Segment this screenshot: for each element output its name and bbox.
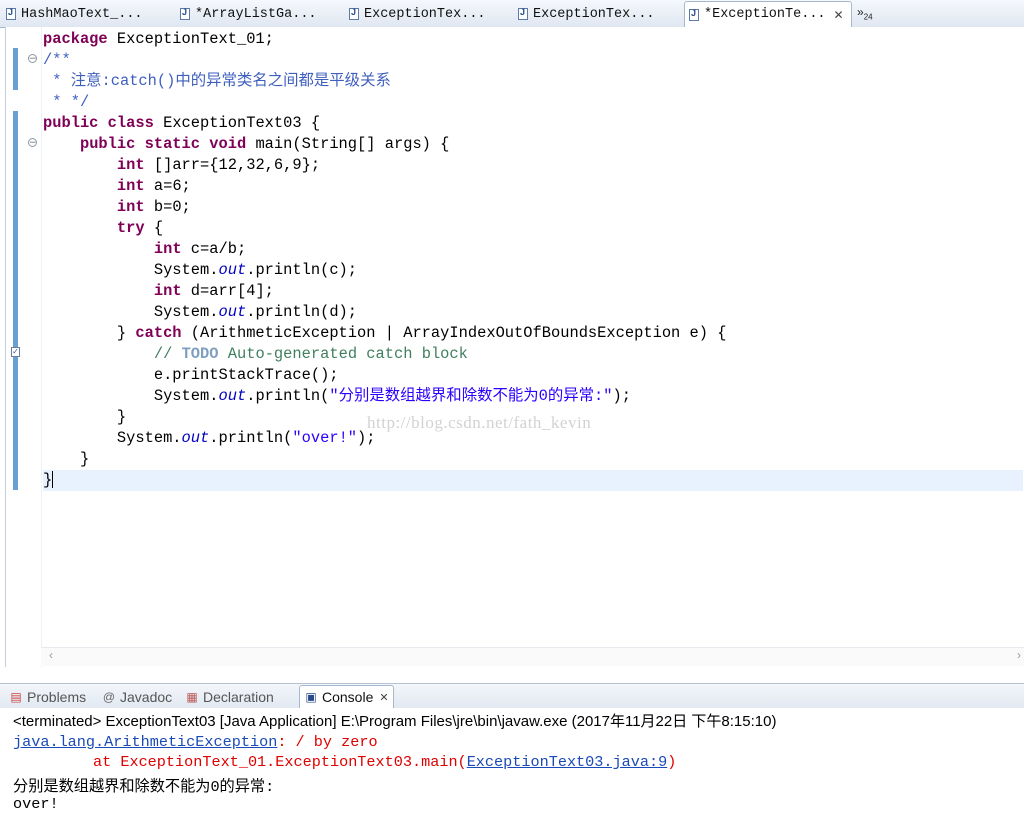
chevron-double-right-icon: » (857, 5, 864, 19)
tab-problems[interactable]: ▤ Problems (9, 687, 86, 707)
tab-label: Javadoc (120, 689, 173, 705)
watermark: http://blog.csdn.net/fath_kevin (367, 413, 592, 432)
problems-icon: ▤ (10, 690, 22, 704)
java-file-icon (689, 8, 699, 21)
code-line-4: * */ (43, 93, 90, 111)
editor-tab-arraylistga[interactable]: *ArrayListGa... (176, 2, 317, 26)
console-output-line-1: 分别是数组越界和除数不能为0的异常: (13, 778, 275, 796)
tab-console[interactable]: ▣ Console ✕ (299, 685, 394, 708)
code-line-5: public class ExceptionText03 { (43, 114, 321, 132)
editor-tab-bar: HashMaoText_... *ArrayListGa... Exceptio… (0, 0, 1024, 28)
editor-tab-exceptiontext-2[interactable]: ExceptionTex... (514, 2, 655, 26)
change-marker (13, 48, 18, 90)
tab-label: HashMaoText_... (21, 6, 143, 22)
tab-label: ExceptionTex... (364, 6, 486, 22)
vertical-ruler: ✓ (6, 27, 23, 667)
close-tab-icon[interactable]: ✕ (379, 691, 388, 704)
code-line-9: int b=0; (116, 198, 191, 216)
code-line-13: int d=arr[4]; (153, 282, 274, 300)
horizontal-scrollbar[interactable]: ‹ › (41, 647, 1024, 666)
tab-label: ExceptionTex... (533, 6, 655, 22)
overflow-count: 24 (863, 12, 873, 22)
tab-label: Console (322, 689, 374, 705)
collapse-icon[interactable]: − (28, 54, 37, 64)
java-file-icon (349, 7, 359, 20)
change-marker (13, 111, 18, 490)
source-location-link[interactable]: ExceptionText03.java:9 (467, 753, 668, 771)
tab-label: *ExceptionTe... (704, 7, 826, 22)
tab-overflow-button[interactable]: »24 (857, 5, 873, 21)
declaration-icon: ▦ (186, 690, 198, 704)
console-output[interactable]: <terminated> ExceptionText03 [Java Appli… (0, 708, 1024, 827)
code-line-18: System.out.println("分别是数组越界和除数不能为0的异常:")… (43, 387, 632, 405)
bottom-panel-tabs: ▤ Problems @ Javadoc ▦ Declaration ▣ Con… (0, 683, 1024, 708)
text-caret (52, 471, 54, 489)
console-stacktrace-line: at ExceptionText_01.ExceptionText03.main… (93, 753, 677, 771)
code-line-6: public static void main(String[] args) { (79, 135, 450, 153)
console-exception-line: java.lang.ArithmeticException: / by zero (13, 733, 378, 751)
code-line-8: int a=6; (116, 177, 191, 195)
code-editor[interactable]: ✓ − − package ExceptionText_01; /** * 注意… (5, 27, 1024, 667)
code-line-16: // TODO Auto-generated catch block (153, 345, 468, 363)
code-line-14: System.out.println(d); (43, 303, 358, 321)
tab-declaration[interactable]: ▦ Declaration (185, 687, 274, 707)
folding-gutter: − − (23, 27, 42, 667)
code-line-12: System.out.println(c); (43, 261, 358, 279)
at-icon: @ (102, 690, 116, 704)
close-tab-icon[interactable]: ✕ (834, 8, 844, 22)
java-file-icon (6, 7, 16, 20)
code-line-2: /** (43, 51, 71, 69)
java-file-icon (180, 7, 190, 20)
editor-tab-exceptiontext03-active[interactable]: *ExceptionTe... ✕ (684, 1, 852, 27)
scroll-right-icon[interactable]: › (1017, 648, 1021, 662)
code-line-21: } (43, 450, 90, 468)
code-line-7: int []arr={12,32,6,9}; (116, 156, 321, 174)
code-line-17: e.printStackTrace(); (43, 366, 339, 384)
task-marker-icon[interactable]: ✓ (11, 347, 20, 357)
code-line-1: package ExceptionText_01; (43, 30, 274, 48)
console-output-line-2: over! (13, 795, 59, 813)
tab-javadoc[interactable]: @ Javadoc (102, 687, 172, 707)
code-line-3: * 注意:catch()中的异常类名之间都是平级关系 (43, 72, 391, 90)
editor-tab-exceptiontext-1[interactable]: ExceptionTex... (345, 2, 486, 26)
java-file-icon (518, 7, 528, 20)
tab-label: *ArrayListGa... (195, 6, 317, 22)
code-line-11: int c=a/b; (153, 240, 247, 258)
exception-class-link[interactable]: java.lang.ArithmeticException (13, 733, 277, 751)
tab-label: Declaration (203, 689, 274, 705)
scroll-left-icon[interactable]: ‹ (49, 648, 53, 662)
console-icon: ▣ (305, 690, 317, 704)
editor-tab-hashmaotext[interactable]: HashMaoText_... (2, 2, 143, 26)
collapse-icon[interactable]: − (28, 138, 37, 148)
console-status: <terminated> ExceptionText03 [Java Appli… (13, 713, 777, 730)
code-line-15: } catch (ArithmeticException | ArrayInde… (43, 324, 727, 342)
code-line-22: } (43, 470, 1023, 491)
tab-label: Problems (27, 689, 87, 705)
code-line-10: try { (116, 219, 164, 237)
